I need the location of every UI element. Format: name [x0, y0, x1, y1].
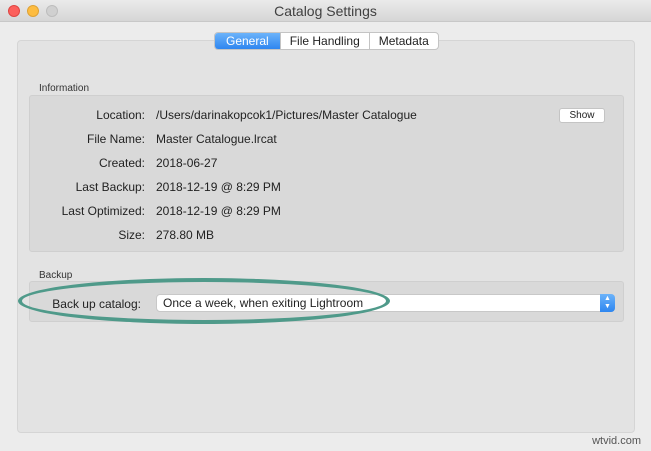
settings-panel: Information Location: /Users/darinakopco… — [17, 40, 635, 433]
backup-catalog-label: Back up catalog: — [52, 297, 141, 311]
tab-metadata[interactable]: Metadata — [368, 33, 438, 49]
catalog-settings-window: Catalog Settings Information Location: /… — [0, 0, 651, 451]
settings-tab-bar: General File Handling Metadata — [214, 32, 439, 50]
select-stepper-icon[interactable]: ▲ ▼ — [600, 294, 615, 312]
location-label: Location: — [96, 108, 145, 122]
last-backup-label: Last Backup: — [75, 180, 145, 194]
window-title: Catalog Settings — [274, 3, 377, 19]
size-label: Size: — [118, 228, 145, 242]
backup-frequency-value: Once a week, when exiting Lightroom — [163, 296, 364, 310]
file-name-label: File Name: — [86, 132, 145, 146]
tab-file-handling[interactable]: File Handling — [279, 33, 369, 49]
created-label: Created: — [98, 156, 145, 170]
size-value: 278.80 MB — [156, 228, 215, 242]
created-value: 2018-06-27 — [156, 156, 218, 170]
backup-box: Back up catalog: Once a week, when exiti… — [29, 281, 624, 322]
backup-frequency-select[interactable]: Once a week, when exiting Lightroom ▲ ▼ — [156, 294, 615, 312]
file-name-value: Master Catalogue.lrcat — [156, 132, 277, 146]
information-section-label: Information — [39, 83, 90, 94]
tab-general[interactable]: General — [215, 33, 280, 49]
information-box: Location: /Users/darinakopcok1/Pictures/… — [29, 95, 624, 252]
last-optimized-value: 2018-12-19 @ 8:29 PM — [156, 204, 281, 218]
last-optimized-label: Last Optimized: — [61, 204, 145, 218]
last-backup-value: 2018-12-19 @ 8:29 PM — [156, 180, 281, 194]
backup-section-label: Backup — [39, 270, 73, 281]
title-bar: Catalog Settings — [0, 0, 651, 22]
watermark: wtvid.com — [592, 435, 641, 447]
show-location-button[interactable]: Show — [559, 108, 605, 123]
location-value: /Users/darinakopcok1/Pictures/Master Cat… — [156, 108, 417, 122]
